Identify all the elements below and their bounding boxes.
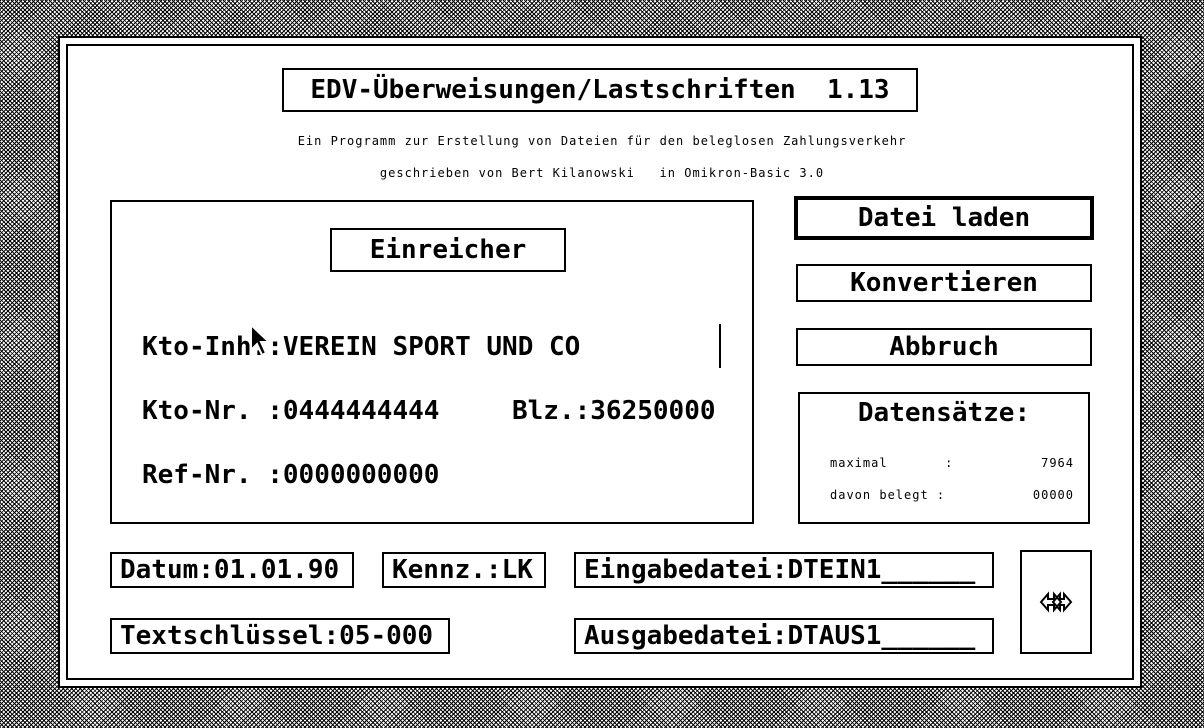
blz-field[interactable]: Blz.: 36250000 [512, 390, 716, 432]
input-file-field-text: Eingabedatei:DTEIN1______ [584, 555, 976, 585]
records-max-row: maximal : 7964 [830, 456, 1074, 470]
blz-label: Blz.: [512, 396, 591, 426]
kto-nr-field[interactable]: Kto-Nr. :0444444444 [142, 390, 439, 432]
ref-nr-label: Ref-Nr. : [142, 460, 283, 490]
datum-field-text: Datum:01.01.90 [120, 555, 340, 585]
mouse-pointer-icon [250, 324, 272, 357]
kto-inh-value[interactable]: VEREIN SPORT UND CO [283, 332, 580, 362]
records-used-label: davon belegt : [830, 488, 946, 502]
program-description: Ein Programm zur Erstellung von Dateien … [297, 134, 907, 148]
einreicher-heading-text: Einreicher [369, 235, 527, 265]
kennz-field-text: Kennz.:LK [392, 555, 533, 585]
records-heading: Datensätze: [857, 398, 1031, 428]
records-max-label: maximal : [830, 456, 954, 470]
author-line: geschrieben von Bert Kilanowski in Omikr… [379, 166, 825, 180]
kto-nr-value[interactable]: 0444444444 [283, 396, 440, 426]
text-key-field-text: Textschlüssel:05-000 [120, 621, 434, 651]
convert-button-label: Konvertieren [850, 268, 1038, 298]
records-used-row: davon belegt : 00000 [830, 488, 1074, 502]
double-arrow-icon [1039, 591, 1073, 613]
load-file-button-label: Datei laden [857, 203, 1031, 233]
page-title: EDV-Überweisungen/Lastschriften 1.13 [282, 68, 918, 112]
records-panel: Datensätze: maximal : 7964 davon belegt … [798, 392, 1090, 524]
records-used-value: 00000 [1032, 488, 1074, 502]
kto-inh-field[interactable]: Kto-Inh.: VEREIN SPORT UND CO [142, 326, 580, 368]
output-file-field[interactable]: Ausgabedatei:DTAUS1______ [574, 618, 994, 654]
datum-field[interactable]: Datum:01.01.90 [110, 552, 354, 588]
page-title-text: EDV-Überweisungen/Lastschriften 1.13 [310, 75, 890, 105]
abort-button[interactable]: Abbruch [796, 328, 1092, 366]
blz-value[interactable]: 36250000 [590, 396, 715, 426]
ref-nr-field[interactable]: Ref-Nr. :0000000000 [142, 454, 439, 496]
text-key-field[interactable]: Textschlüssel:05-000 [110, 618, 450, 654]
load-file-button[interactable]: Datei laden [794, 196, 1094, 240]
output-file-field-text: Ausgabedatei:DTAUS1______ [584, 621, 976, 651]
swap-button[interactable] [1020, 550, 1092, 654]
kennz-field[interactable]: Kennz.:LK [382, 552, 546, 588]
einreicher-heading: Einreicher [330, 228, 566, 272]
ref-nr-value[interactable]: 0000000000 [283, 460, 440, 490]
convert-button[interactable]: Konvertieren [796, 264, 1092, 302]
records-max-value: 7964 [1041, 456, 1074, 470]
abort-button-label: Abbruch [889, 332, 999, 362]
text-cursor [719, 324, 721, 368]
input-file-field[interactable]: Eingabedatei:DTEIN1______ [574, 552, 994, 588]
kto-nr-label: Kto-Nr. : [142, 396, 283, 426]
